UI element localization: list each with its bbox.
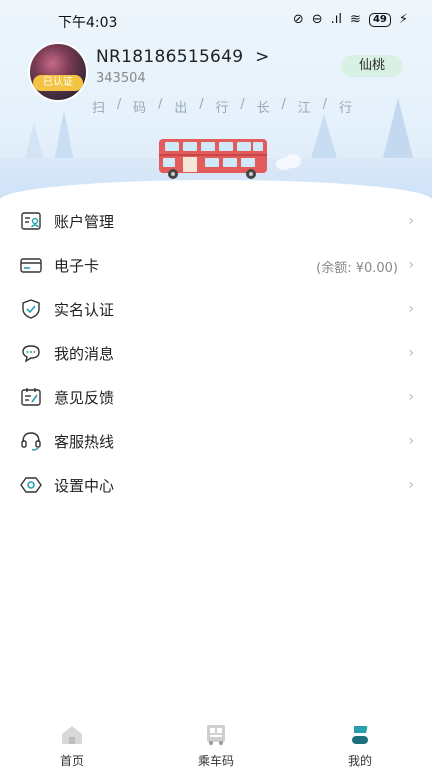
menu-item-feedback[interactable]: 意见反馈 › <box>0 375 432 419</box>
status-time: 下午4:03 <box>58 15 118 31</box>
verified-badge: 已认证 <box>33 75 83 91</box>
slogan-char: 码 <box>133 101 147 116</box>
slogan: 扫 / 码 / 出 / 行 / 长 / 江 / 行 <box>92 97 352 116</box>
tab-label: 我的 <box>347 754 372 768</box>
charging-icon: ⚡ <box>398 12 408 27</box>
chevron-right-icon: › <box>408 389 414 405</box>
headset-icon <box>21 432 41 451</box>
tree-icon <box>310 114 338 162</box>
tree-icon <box>24 122 44 162</box>
username[interactable]: NR18186515649 > <box>96 47 270 67</box>
bus-illustration <box>159 139 267 179</box>
settings-menu: 账户管理 › 电子卡 (余额: ¥0.00) › 实名认证 › 我的消息 › 意… <box>0 199 432 507</box>
status-icons: ⊘ ⊖ .ıl ≋ 49 ⚡ <box>293 11 408 29</box>
account-manage-icon <box>21 212 41 230</box>
slogan-separator: / <box>116 97 122 112</box>
username-text: NR18186515649 <box>96 47 244 67</box>
slogan-char: 行 <box>338 101 352 116</box>
city-selector[interactable]: 仙桃 <box>341 55 403 77</box>
tab-bus-code[interactable]: 乘车码 <box>176 724 256 769</box>
feedback-icon <box>21 388 41 406</box>
tab-label: 乘车码 <box>197 754 234 768</box>
menu-label: 客服热线 <box>54 433 115 451</box>
avatar[interactable] <box>28 42 88 102</box>
no-disturb-icon: ⊖ <box>311 12 323 27</box>
signal-icon: .ıl <box>330 12 343 27</box>
menu-item-ecard[interactable]: 电子卡 (余额: ¥0.00) › <box>0 243 432 287</box>
wifi-icon: ≋ <box>350 12 361 27</box>
profile-chevron: > <box>255 47 270 67</box>
menu-label: 实名认证 <box>54 301 115 319</box>
slogan-char: 行 <box>215 101 229 116</box>
slogan-char: 出 <box>174 101 188 116</box>
home-icon <box>62 726 82 744</box>
tab-home[interactable]: 首页 <box>32 724 112 769</box>
profile-header: 下午4:03 ⊘ ⊖ .ıl ≋ 49 ⚡ 已认证 NR18186515649 … <box>0 0 432 200</box>
chevron-right-icon: › <box>408 213 414 229</box>
profile-icon <box>352 726 368 744</box>
slogan-separator: / <box>199 97 204 112</box>
user-id: 343504 <box>96 71 146 86</box>
chevron-right-icon: › <box>408 301 414 317</box>
settings-hex-icon <box>20 477 42 493</box>
menu-label: 电子卡 <box>54 257 100 275</box>
chevron-right-icon: › <box>408 433 414 449</box>
chevron-right-icon: › <box>408 477 414 493</box>
slogan-separator: / <box>158 97 163 112</box>
slogan-separator: / <box>281 97 286 112</box>
shield-check-icon <box>22 299 40 319</box>
balance-value: (余额: ¥0.00) <box>316 261 398 276</box>
card-icon <box>20 258 42 273</box>
slogan-char: 扫 <box>92 101 106 116</box>
menu-item-account[interactable]: 账户管理 › <box>0 199 432 243</box>
slogan-separator: / <box>322 97 328 112</box>
status-bar: 下午4:03 ⊘ ⊖ .ıl ≋ 49 ⚡ <box>0 0 432 40</box>
slogan-char: 长 <box>256 101 270 116</box>
chevron-right-icon: › <box>408 257 414 273</box>
menu-item-realname[interactable]: 实名认证 › <box>0 287 432 331</box>
tab-label: 首页 <box>59 754 84 768</box>
slogan-separator: / <box>240 97 245 112</box>
slogan-char: 江 <box>297 101 311 116</box>
tree-icon <box>54 110 74 162</box>
menu-label: 我的消息 <box>54 345 115 363</box>
menu-label: 意见反馈 <box>54 389 115 407</box>
chevron-right-icon: › <box>408 345 414 361</box>
bus-code-icon <box>207 725 225 745</box>
bottom-tab-bar: 首页 乘车码 我的 <box>0 716 432 768</box>
link-icon: ⊘ <box>292 12 304 27</box>
menu-label: 账户管理 <box>54 213 115 231</box>
tree-icon <box>382 98 414 162</box>
menu-item-messages[interactable]: 我的消息 › <box>0 331 432 375</box>
menu-item-hotline[interactable]: 客服热线 › <box>0 419 432 463</box>
menu-label: 设置中心 <box>54 477 115 495</box>
tab-mine[interactable]: 我的 <box>320 724 400 769</box>
menu-item-settings[interactable]: 设置中心 › <box>0 463 432 507</box>
exhaust-cloud-icon <box>276 154 301 170</box>
message-bubble-icon <box>22 345 40 363</box>
battery-icon: 49 <box>368 13 391 27</box>
